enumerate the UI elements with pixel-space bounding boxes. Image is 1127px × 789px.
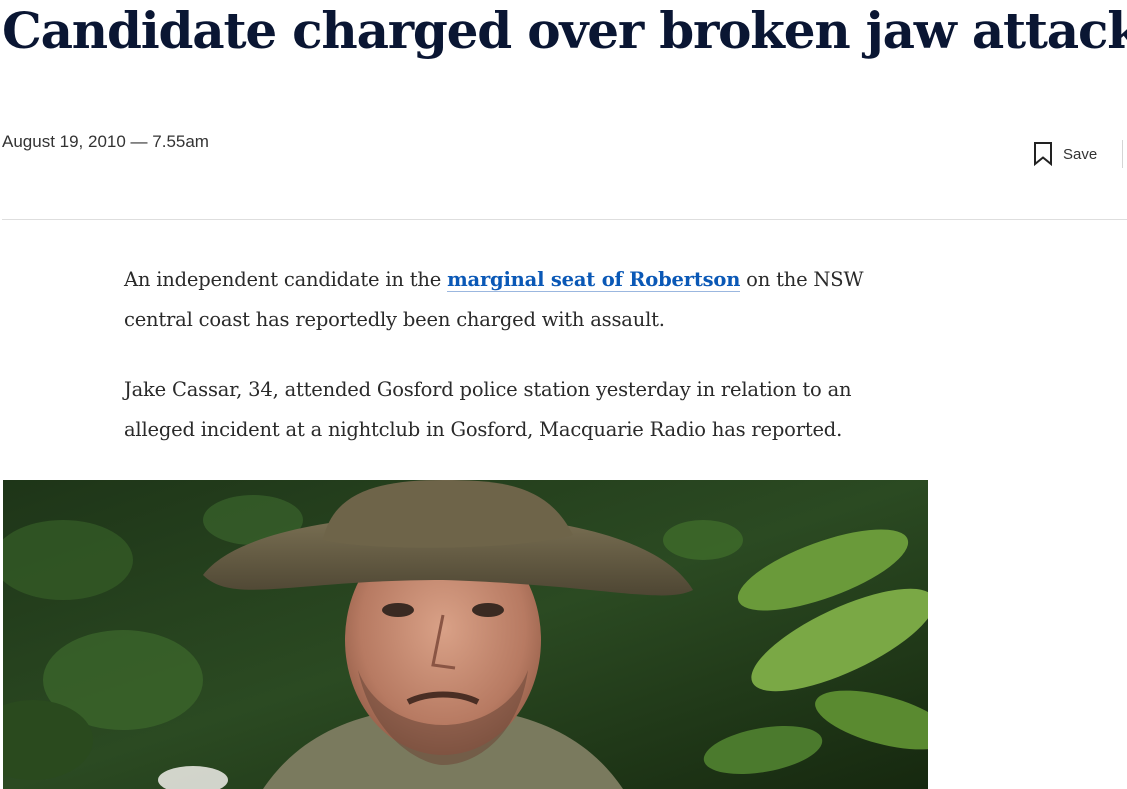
article-paragraph-2: Jake Cassar, 34, attended Gosford police…: [124, 378, 852, 441]
save-button[interactable]: Save: [1032, 141, 1097, 167]
article-photo: [3, 480, 928, 789]
save-label: Save: [1063, 145, 1098, 163]
article-dateline: August 19, 2010 — 7.55am: [2, 132, 209, 151]
paragraph-1-text-start: An independent candidate in the: [124, 268, 448, 291]
toolbar-divider: [1122, 140, 1123, 168]
bookmark-icon: [1032, 141, 1054, 167]
article-paragraph-1: An independent candidate in the marginal…: [124, 260, 904, 340]
robertson-seat-link[interactable]: marginal seat of Robertson: [447, 268, 740, 292]
header-divider: [2, 219, 1127, 220]
article-headline: Candidate charged over broken jaw attack: [2, 1, 1127, 60]
